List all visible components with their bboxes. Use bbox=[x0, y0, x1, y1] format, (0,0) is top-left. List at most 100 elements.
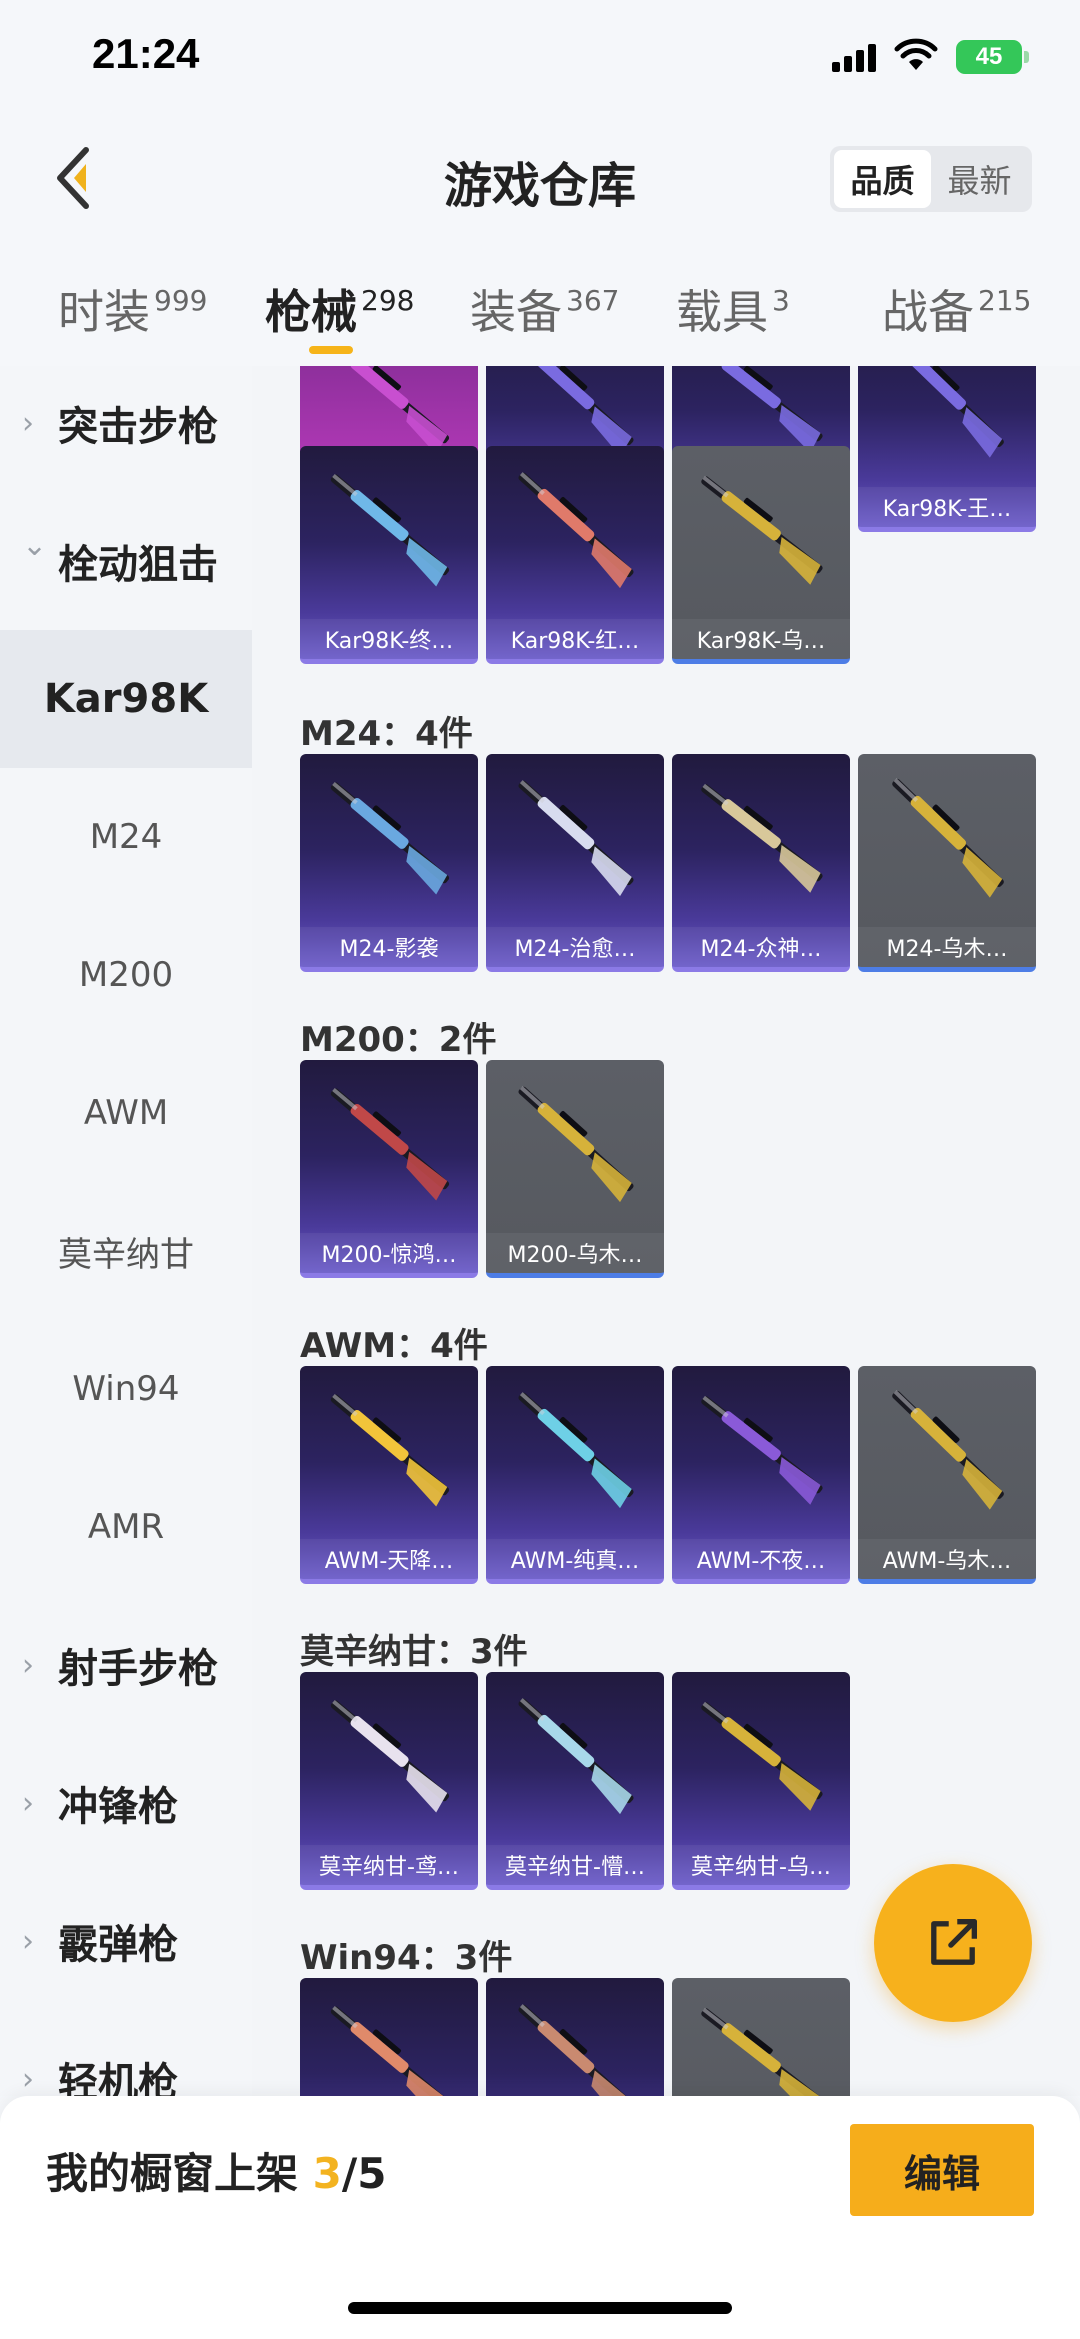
section-title: M24：4件 bbox=[300, 714, 473, 754]
weapon-image bbox=[518, 472, 634, 589]
weapon-name: Kar98K-王… bbox=[858, 487, 1036, 527]
sidebar-item-5[interactable]: AWM bbox=[0, 1044, 252, 1182]
wifi-icon bbox=[894, 38, 938, 70]
weapon-image bbox=[518, 1698, 634, 1815]
sort-quality-button[interactable]: 品质 bbox=[834, 150, 931, 208]
weapon-image bbox=[330, 1393, 450, 1507]
signal-icon bbox=[832, 44, 878, 72]
weapon-card[interactable] bbox=[300, 1978, 478, 2096]
weapon-card[interactable]: Kar98K-王… bbox=[858, 366, 1036, 532]
tab-count: 3 bbox=[772, 284, 790, 317]
section-title: AWM：4件 bbox=[300, 1326, 488, 1366]
tab-count: 367 bbox=[566, 284, 620, 317]
weapon-card[interactable]: M200-惊鸿… bbox=[300, 1060, 478, 1278]
tab-0[interactable]: 时装 999 bbox=[58, 276, 207, 342]
weapon-name: 莫辛纳甘-懵… bbox=[486, 1845, 664, 1885]
chevron-right-icon: › bbox=[22, 1647, 34, 1683]
weapon-image bbox=[518, 2004, 634, 2096]
tab-label: 战备 bbox=[882, 285, 974, 339]
sidebar-item-label: AMR bbox=[87, 1507, 165, 1547]
sidebar-item-label: 射手步枪 bbox=[58, 1646, 218, 1692]
sidebar-item-11[interactable]: › 霰弹枪 bbox=[0, 1872, 252, 2010]
weapon-card[interactable]: 莫辛纳甘-鸢… bbox=[300, 1672, 478, 1890]
weapon-image bbox=[330, 1087, 450, 1201]
weapon-image bbox=[330, 2005, 450, 2096]
sidebar-item-label: Kar98K bbox=[43, 676, 209, 722]
weapon-name: 莫辛纳甘-乌… bbox=[672, 1845, 850, 1885]
tab-count: 215 bbox=[978, 284, 1032, 317]
tab-count: 999 bbox=[154, 284, 208, 317]
weapon-name: AWM-纯真… bbox=[486, 1539, 664, 1579]
tab-4[interactable]: 战备 215 bbox=[882, 276, 1031, 342]
weapon-name: 莫辛纳甘-鸢… bbox=[300, 1845, 478, 1885]
sort-toggle: 品质 最新 bbox=[830, 146, 1032, 212]
showcase-status: 我的橱窗上架 3/5 bbox=[46, 2140, 386, 2201]
section-title: M200：2件 bbox=[300, 1020, 497, 1060]
weapon-card[interactable] bbox=[672, 1978, 850, 2096]
category-tabs: 时装 999 枪械 298 装备 367 载具 3 战备 215 bbox=[0, 262, 1080, 366]
weapon-card[interactable] bbox=[486, 1978, 664, 2096]
tab-3[interactable]: 载具 3 bbox=[676, 276, 790, 342]
weapon-card[interactable]: M200-乌木… bbox=[486, 1060, 664, 1278]
weapon-image bbox=[518, 1392, 634, 1509]
sidebar-item-label: 轻机枪 bbox=[58, 2060, 178, 2096]
weapon-card[interactable]: AWM-纯真… bbox=[486, 1366, 664, 1584]
weapon-image bbox=[701, 1701, 823, 1811]
sidebar-item-label: 莫辛纳甘 bbox=[58, 1234, 194, 1275]
weapon-name: Kar98K-乌… bbox=[672, 619, 850, 659]
weapon-name: M24-众神… bbox=[672, 927, 850, 967]
weapon-image bbox=[892, 366, 1004, 458]
sidebar-item-6[interactable]: 莫辛纳甘 bbox=[0, 1182, 252, 1320]
chevron-down-icon: ⌄ bbox=[22, 528, 48, 563]
showcase-bar: 我的橱窗上架 3/5 编辑 bbox=[0, 2096, 1080, 2339]
weapon-card[interactable]: 莫辛纳甘-乌… bbox=[672, 1672, 850, 1890]
showcase-prefix: 我的橱窗上架 bbox=[46, 2149, 313, 2198]
tab-2[interactable]: 装备 367 bbox=[470, 276, 619, 342]
sidebar-item-2[interactable]: Kar98K bbox=[0, 630, 252, 768]
sidebar-item-4[interactable]: M200 bbox=[0, 906, 252, 1044]
share-external-icon bbox=[931, 1919, 977, 1965]
back-button[interactable] bbox=[48, 142, 108, 214]
sidebar-item-label: 突击步枪 bbox=[58, 404, 218, 450]
sidebar-item-1[interactable]: ⌄ 栓动狙击 bbox=[0, 492, 252, 630]
sidebar-item-9[interactable]: › 射手步枪 bbox=[0, 1596, 252, 1734]
section-title: 莫辛纳甘：3件 bbox=[300, 1632, 528, 1672]
sidebar-item-8[interactable]: AMR bbox=[0, 1458, 252, 1596]
weapon-name: M24-乌木… bbox=[858, 927, 1036, 967]
tab-1[interactable]: 枪械 298 bbox=[265, 276, 414, 342]
sidebar: › 突击步枪 ⌄ 栓动狙击 Kar98K M24 M200 AWM 莫辛纳甘 Win94 AMR › 射… bbox=[0, 366, 252, 2096]
sidebar-item-0[interactable]: › 突击步枪 bbox=[0, 366, 252, 492]
sidebar-item-12[interactable]: › 轻机枪 bbox=[0, 2010, 252, 2096]
sidebar-item-3[interactable]: M24 bbox=[0, 768, 252, 906]
weapon-name: M200-乌木… bbox=[486, 1233, 664, 1273]
chevron-right-icon: › bbox=[22, 405, 34, 441]
weapon-name: M200-惊鸿… bbox=[300, 1233, 478, 1273]
weapon-grid: Kar98K-巴…Kar98K-顶…Kar98K-影袭Kar98K-王…Kar9… bbox=[252, 366, 1080, 2096]
weapon-card[interactable]: Kar98K-乌… bbox=[672, 446, 850, 664]
weapon-card[interactable]: M24-影袭 bbox=[300, 754, 478, 972]
sidebar-item-10[interactable]: › 冲锋枪 bbox=[0, 1734, 252, 1872]
chevron-right-icon: › bbox=[22, 2061, 34, 2097]
weapon-card[interactable]: AWM-天降… bbox=[300, 1366, 478, 1584]
share-button[interactable] bbox=[874, 1864, 1032, 2022]
weapon-card[interactable]: M24-乌木… bbox=[858, 754, 1036, 972]
edit-button[interactable]: 编辑 bbox=[850, 2124, 1034, 2216]
active-tab-indicator bbox=[309, 346, 353, 354]
sidebar-item-label: 栓动狙击 bbox=[58, 542, 218, 588]
sidebar-item-7[interactable]: Win94 bbox=[0, 1320, 252, 1458]
status-bar: 21:24 45 bbox=[0, 0, 1080, 120]
weapon-card[interactable]: Kar98K-终… bbox=[300, 446, 478, 664]
showcase-total: /5 bbox=[341, 2149, 387, 2198]
sidebar-item-label: 霰弹枪 bbox=[58, 1922, 178, 1968]
weapon-card[interactable]: 莫辛纳甘-懵… bbox=[486, 1672, 664, 1890]
weapon-image bbox=[330, 1699, 450, 1813]
tab-label: 装备 bbox=[470, 285, 562, 339]
weapon-card[interactable]: AWM-不夜… bbox=[672, 1366, 850, 1584]
battery-icon: 45 bbox=[956, 40, 1029, 74]
weapon-name: AWM-天降… bbox=[300, 1539, 478, 1579]
weapon-card[interactable]: AWM-乌木… bbox=[858, 1366, 1036, 1584]
sort-newest-button[interactable]: 最新 bbox=[931, 150, 1028, 208]
weapon-card[interactable]: M24-众神… bbox=[672, 754, 850, 972]
weapon-card[interactable]: Kar98K-红… bbox=[486, 446, 664, 664]
weapon-card[interactable]: M24-治愈… bbox=[486, 754, 664, 972]
